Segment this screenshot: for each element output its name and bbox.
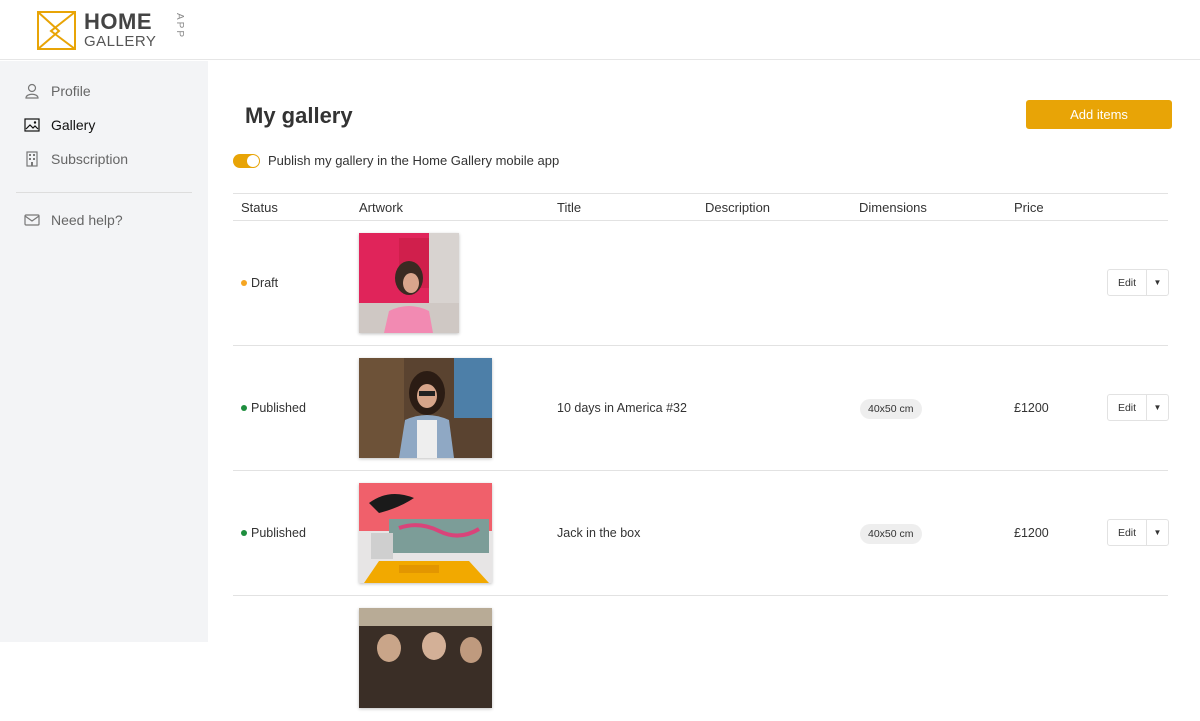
status-dot-icon xyxy=(241,405,247,411)
publish-toggle-row: Publish my gallery in the Home Gallery m… xyxy=(233,153,559,168)
row-actions: Edit ▼ xyxy=(1107,394,1169,421)
price-cell: £1200 xyxy=(1014,401,1049,415)
artwork-thumbnail[interactable] xyxy=(359,358,492,458)
publish-toggle-label: Publish my gallery in the Home Gallery m… xyxy=(268,153,560,168)
edit-button[interactable]: Edit xyxy=(1108,270,1147,295)
status-cell: Draft xyxy=(241,276,278,290)
status-label: Published xyxy=(251,526,306,540)
image-icon xyxy=(24,117,40,133)
artwork-thumbnail[interactable] xyxy=(359,483,492,583)
publish-toggle[interactable] xyxy=(233,153,260,168)
dimensions-badge: 40x50 cm xyxy=(860,399,922,419)
table-row[interactable] xyxy=(233,596,1168,721)
column-header-title[interactable]: Title xyxy=(557,200,581,215)
status-label: Draft xyxy=(251,276,279,290)
sidebar-item-profile[interactable]: Profile xyxy=(24,83,91,99)
logo-mark-icon xyxy=(37,10,76,50)
sidebar-item-label: Profile xyxy=(51,83,91,99)
column-header-artwork[interactable]: Artwork xyxy=(359,200,403,215)
sidebar-item-need-help[interactable]: Need help? xyxy=(24,212,123,228)
chevron-down-icon[interactable]: ▼ xyxy=(1147,395,1168,420)
sidebar-item-label: Need help? xyxy=(51,212,123,228)
status-cell: Published xyxy=(241,401,306,415)
logo-app-text: APP xyxy=(174,13,185,40)
chevron-down-icon[interactable]: ▼ xyxy=(1147,270,1168,295)
title-cell: Jack in the box xyxy=(557,526,641,540)
table-row[interactable]: Published Jack in the box 40x50 cm £1200… xyxy=(233,471,1169,596)
page-title: My gallery xyxy=(245,103,353,128)
user-icon xyxy=(24,83,40,99)
toggle-knob xyxy=(247,154,259,167)
dimensions-badge: 40x50 cm xyxy=(860,524,922,544)
building-icon xyxy=(24,151,40,167)
sidebar-item-label: Subscription xyxy=(51,151,129,167)
sidebar-item-label: Gallery xyxy=(51,117,96,133)
logo-gallery-text: GALLERY xyxy=(84,33,157,50)
main-content: My gallery Add items Publish my gallery … xyxy=(208,61,1200,708)
status-dot-icon xyxy=(241,530,247,536)
row-actions: Edit ▼ xyxy=(1107,269,1169,296)
artwork-thumbnail[interactable] xyxy=(359,233,459,333)
edit-button[interactable]: Edit xyxy=(1108,395,1147,420)
home-gallery-logo[interactable]: HOME GALLERY APP xyxy=(37,9,185,50)
sidebar-divider xyxy=(16,192,192,193)
logo-home-text: HOME xyxy=(84,9,152,34)
price-cell: £1200 xyxy=(1014,526,1049,540)
status-dot-icon xyxy=(241,280,247,286)
sidebar-item-subscription[interactable]: Subscription xyxy=(24,151,128,167)
chevron-down-icon[interactable]: ▼ xyxy=(1147,520,1168,545)
column-header-description[interactable]: Description xyxy=(705,200,770,215)
table-row[interactable]: Published 10 days in America #32 40x50 c… xyxy=(233,346,1169,471)
column-header-price[interactable]: Price xyxy=(1014,200,1044,215)
table-row[interactable]: Draft Edit ▼ xyxy=(233,221,1169,346)
top-bar: HOME GALLERY APP xyxy=(0,0,1200,60)
envelope-icon xyxy=(24,212,40,228)
sidebar: Profile Gallery Subscription Need help? xyxy=(0,61,208,642)
title-cell: 10 days in America #32 xyxy=(557,401,687,415)
status-label: Published xyxy=(251,401,306,415)
sidebar-item-gallery[interactable]: Gallery xyxy=(24,117,95,133)
column-header-status[interactable]: Status xyxy=(241,200,278,215)
row-actions: Edit ▼ xyxy=(1107,519,1169,546)
table-header: Status Artwork Title Description Dimensi… xyxy=(233,193,1168,221)
column-header-dimensions[interactable]: Dimensions xyxy=(859,200,927,215)
status-cell: Published xyxy=(241,526,306,540)
edit-button[interactable]: Edit xyxy=(1108,520,1147,545)
artwork-thumbnail[interactable] xyxy=(359,608,492,708)
add-items-button[interactable]: Add items xyxy=(1026,100,1172,129)
